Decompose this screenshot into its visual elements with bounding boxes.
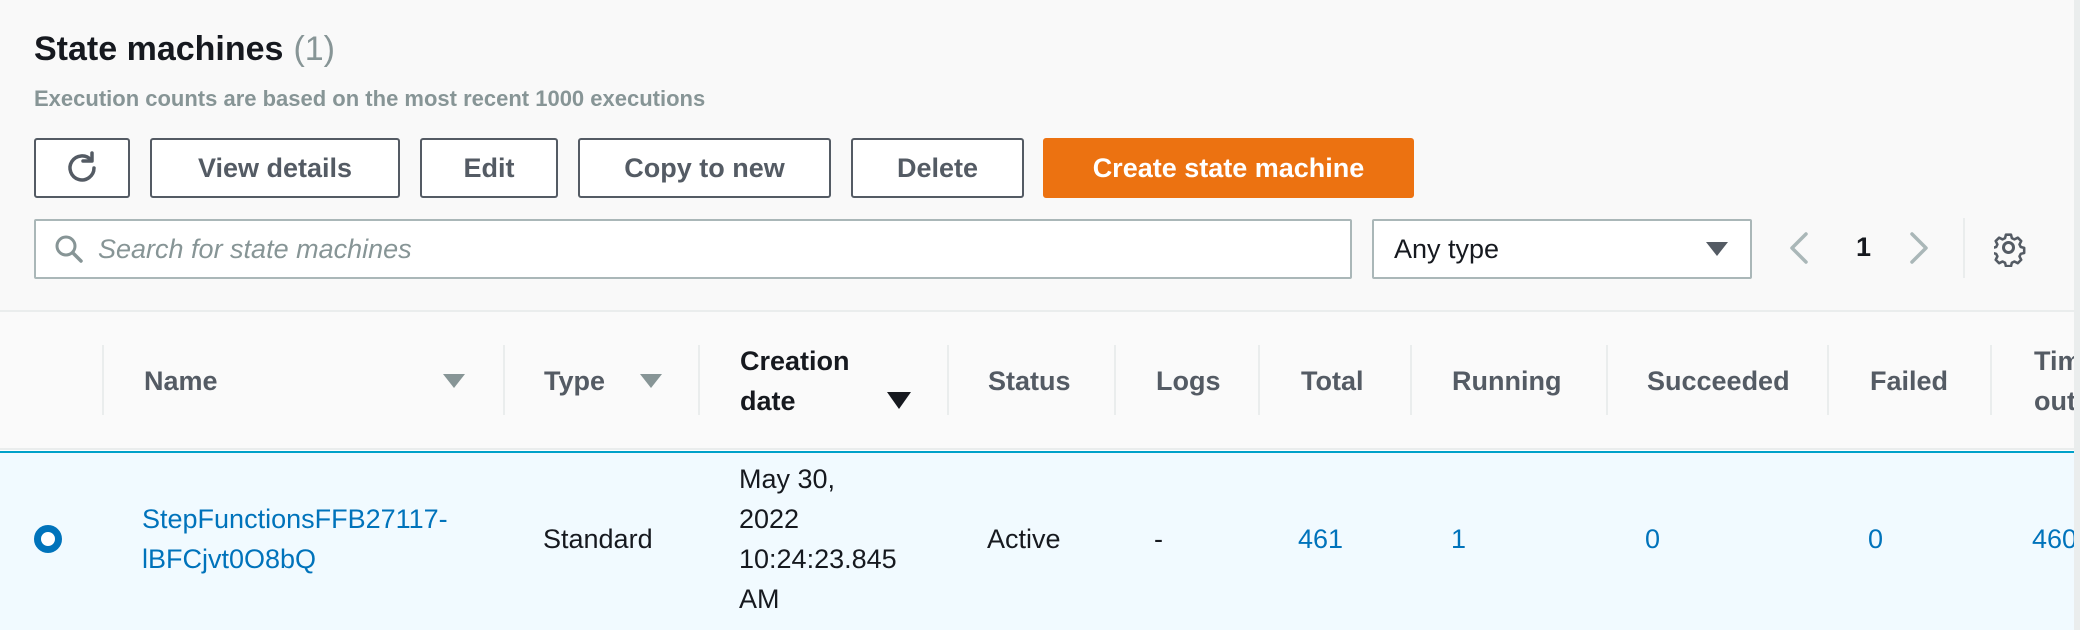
column-header-name[interactable]: Name xyxy=(144,366,218,397)
scrollbar-track[interactable] xyxy=(2074,0,2080,630)
copy-to-new-button[interactable]: Copy to new xyxy=(578,138,831,198)
cell-creation-date: May 30, xyxy=(739,464,836,494)
page-subtitle: Execution counts are based on the most r… xyxy=(34,86,706,111)
column-header-total: Total xyxy=(1301,366,1364,396)
sort-icon[interactable] xyxy=(640,374,662,388)
cell-type: Standard xyxy=(543,524,653,554)
page-header: State machines (1) xyxy=(34,30,335,69)
chevron-right-icon[interactable] xyxy=(1906,228,1932,268)
column-divider xyxy=(102,345,104,415)
sort-descending-icon[interactable] xyxy=(887,392,911,409)
column-header-creation-date-line2[interactable]: date xyxy=(740,386,796,417)
column-header-creation-date[interactable]: Creation xyxy=(740,346,850,377)
search-input[interactable] xyxy=(98,233,1298,265)
column-header-status: Status xyxy=(988,366,1071,396)
column-divider xyxy=(1410,345,1412,415)
cell-creation-date-line4: AM xyxy=(739,584,780,614)
refresh-button[interactable] xyxy=(34,138,130,198)
view-details-button[interactable]: View details xyxy=(150,138,400,198)
row-select-radio[interactable] xyxy=(34,525,62,553)
cell-timed-out-link[interactable]: 460 xyxy=(2032,524,2077,555)
divider xyxy=(1963,218,1965,278)
settings-gear-icon[interactable] xyxy=(1994,233,2028,267)
cell-total-link[interactable]: 461 xyxy=(1298,524,1343,555)
edit-button[interactable]: Edit xyxy=(420,138,558,198)
column-divider xyxy=(1258,345,1260,415)
cell-logs: - xyxy=(1154,524,1163,554)
state-machine-name-link-line2[interactable]: lBFCjvt0O8bQ xyxy=(142,544,316,575)
column-header-type[interactable]: Type xyxy=(544,366,605,397)
column-header-logs: Logs xyxy=(1156,366,1221,396)
cell-creation-date-line3: 10:24:23.845 xyxy=(739,544,897,574)
create-state-machine-button[interactable]: Create state machine xyxy=(1043,138,1414,198)
column-divider xyxy=(503,345,505,415)
refresh-icon xyxy=(68,151,96,182)
column-divider xyxy=(1114,345,1116,415)
page-title: State machines xyxy=(34,30,284,68)
cell-succeeded-link[interactable]: 0 xyxy=(1645,524,1660,555)
column-divider xyxy=(1827,345,1829,415)
type-filter-select[interactable]: Any type xyxy=(1372,219,1752,279)
caret-down-icon xyxy=(1706,242,1728,256)
cell-running-link[interactable]: 1 xyxy=(1451,524,1466,555)
search-icon xyxy=(55,235,83,263)
sort-icon[interactable] xyxy=(443,374,465,388)
item-count: (1) xyxy=(293,30,336,68)
column-header-failed: Failed xyxy=(1870,366,1949,396)
column-divider xyxy=(1990,345,1992,415)
column-header-running: Running xyxy=(1452,366,1562,396)
column-header-succeeded: Succeeded xyxy=(1647,366,1790,396)
cell-creation-date-line2: 2022 xyxy=(739,504,800,534)
cell-failed-link[interactable]: 0 xyxy=(1868,524,1883,555)
cell-status: Active xyxy=(987,524,1061,554)
column-divider xyxy=(698,345,700,415)
state-machine-name-link[interactable]: StepFunctionsFFB27117- xyxy=(142,504,448,535)
current-page[interactable]: 1 xyxy=(1856,232,1871,263)
column-header-timed-out-line2: out xyxy=(2034,386,2076,416)
column-divider xyxy=(947,345,949,415)
chevron-left-icon[interactable] xyxy=(1786,228,1812,268)
type-filter-value: Any type xyxy=(1394,233,1500,264)
delete-button[interactable]: Delete xyxy=(851,138,1024,198)
search-box[interactable] xyxy=(34,219,1352,279)
column-divider xyxy=(1606,345,1608,415)
